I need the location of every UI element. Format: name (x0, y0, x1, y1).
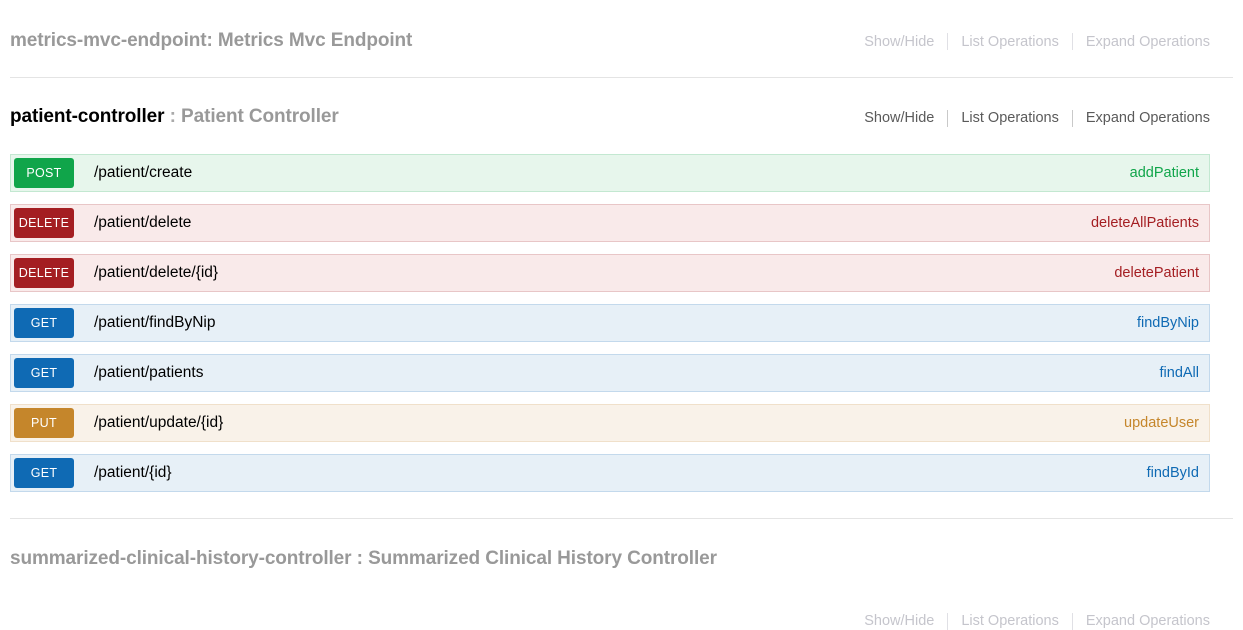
endpoint-nickname[interactable]: addPatient (1130, 165, 1209, 181)
resource-separator: : (206, 29, 213, 51)
resource-summarized-clinical-history-controller: summarized-clinical-history-controller :… (0, 532, 1243, 630)
list-operations-link[interactable]: List Operations (948, 110, 1072, 126)
endpoint-row[interactable]: PUT /patient/update/{id} updateUser (10, 404, 1210, 443)
resource-options: Show/Hide List Operations Expand Operati… (864, 612, 1210, 630)
endpoint-nickname[interactable]: findByNip (1137, 315, 1209, 331)
expand-operations-link[interactable]: Expand Operations (1073, 613, 1210, 629)
resource-header: metrics-mvc-endpoint: Metrics Mvc Endpoi… (0, 14, 1243, 68)
http-method-badge: GET (14, 308, 74, 339)
resource-options-row: Show/Hide List Operations Expand Operati… (0, 612, 1243, 630)
endpoint-path[interactable]: /patient/update/{id} (94, 414, 1124, 432)
resource-title[interactable]: summarized-clinical-history-controller :… (10, 548, 717, 570)
resource-description: Patient Controller (181, 106, 339, 128)
resource-title[interactable]: metrics-mvc-endpoint: Metrics Mvc Endpoi… (10, 30, 412, 52)
http-method-badge: PUT (14, 408, 74, 439)
endpoint-path[interactable]: /patient/delete (94, 214, 1091, 232)
expand-operations-link[interactable]: Expand Operations (1073, 34, 1210, 50)
endpoint-row[interactable]: DELETE /patient/delete deleteAllPatients (10, 204, 1210, 243)
resource-metrics-mvc-endpoint: metrics-mvc-endpoint: Metrics Mvc Endpoi… (0, 14, 1243, 68)
endpoint-path[interactable]: /patient/create (94, 164, 1130, 182)
resource-separator: : (356, 547, 363, 569)
endpoint-row[interactable]: POST /patient/create addPatient (10, 154, 1210, 193)
endpoint-nickname[interactable]: findAll (1160, 365, 1210, 381)
endpoint-row[interactable]: GET /patient/findByNip findByNip (10, 304, 1210, 343)
endpoint-path[interactable]: /patient/findByNip (94, 314, 1137, 332)
resource-header: patient-controller : Patient Controller … (0, 91, 1243, 145)
resource-description: Metrics Mvc Endpoint (217, 29, 413, 51)
resource-separator: : (169, 106, 176, 128)
endpoint-path[interactable]: /patient/{id} (94, 464, 1147, 482)
resource-header: summarized-clinical-history-controller :… (0, 532, 1243, 586)
http-method-badge: DELETE (14, 258, 74, 289)
resource-tag-name: metrics-mvc-endpoint (10, 29, 207, 51)
resource-tag-name: patient-controller (10, 106, 165, 128)
http-method-badge: POST (14, 158, 74, 189)
resource-options: Show/Hide List Operations Expand Operati… (864, 33, 1210, 51)
http-method-badge: GET (14, 358, 74, 389)
resource-tag-name: summarized-clinical-history-controller (10, 547, 352, 569)
expand-operations-link[interactable]: Expand Operations (1073, 110, 1210, 126)
endpoint-row[interactable]: GET /patient/{id} findById (10, 454, 1210, 493)
swagger-resource-listing: metrics-mvc-endpoint: Metrics Mvc Endpoi… (0, 0, 1243, 630)
http-method-badge: GET (14, 458, 74, 489)
endpoint-row[interactable]: DELETE /patient/delete/{id} deletePatien… (10, 254, 1210, 293)
list-operations-link[interactable]: List Operations (948, 613, 1072, 629)
resource-patient-controller: patient-controller : Patient Controller … (0, 91, 1243, 493)
show-hide-link[interactable]: Show/Hide (864, 110, 947, 126)
show-hide-link[interactable]: Show/Hide (864, 613, 947, 629)
resource-title[interactable]: patient-controller : Patient Controller (10, 106, 339, 128)
endpoint-nickname[interactable]: deletePatient (1114, 265, 1209, 281)
endpoint-path[interactable]: /patient/delete/{id} (94, 264, 1114, 282)
show-hide-link[interactable]: Show/Hide (864, 34, 947, 50)
list-operations-link[interactable]: List Operations (948, 34, 1072, 50)
endpoint-nickname[interactable]: findById (1147, 465, 1209, 481)
endpoint-nickname[interactable]: deleteAllPatients (1091, 215, 1209, 231)
http-method-badge: DELETE (14, 208, 74, 239)
resource-description: Summarized Clinical History Controller (368, 547, 717, 569)
endpoint-list: POST /patient/create addPatient DELETE /… (0, 154, 1243, 493)
endpoint-path[interactable]: /patient/patients (94, 364, 1160, 382)
endpoint-nickname[interactable]: updateUser (1124, 415, 1209, 431)
endpoint-row[interactable]: GET /patient/patients findAll (10, 354, 1210, 393)
resource-options: Show/Hide List Operations Expand Operati… (864, 109, 1210, 127)
top-spacer (0, 0, 1243, 14)
